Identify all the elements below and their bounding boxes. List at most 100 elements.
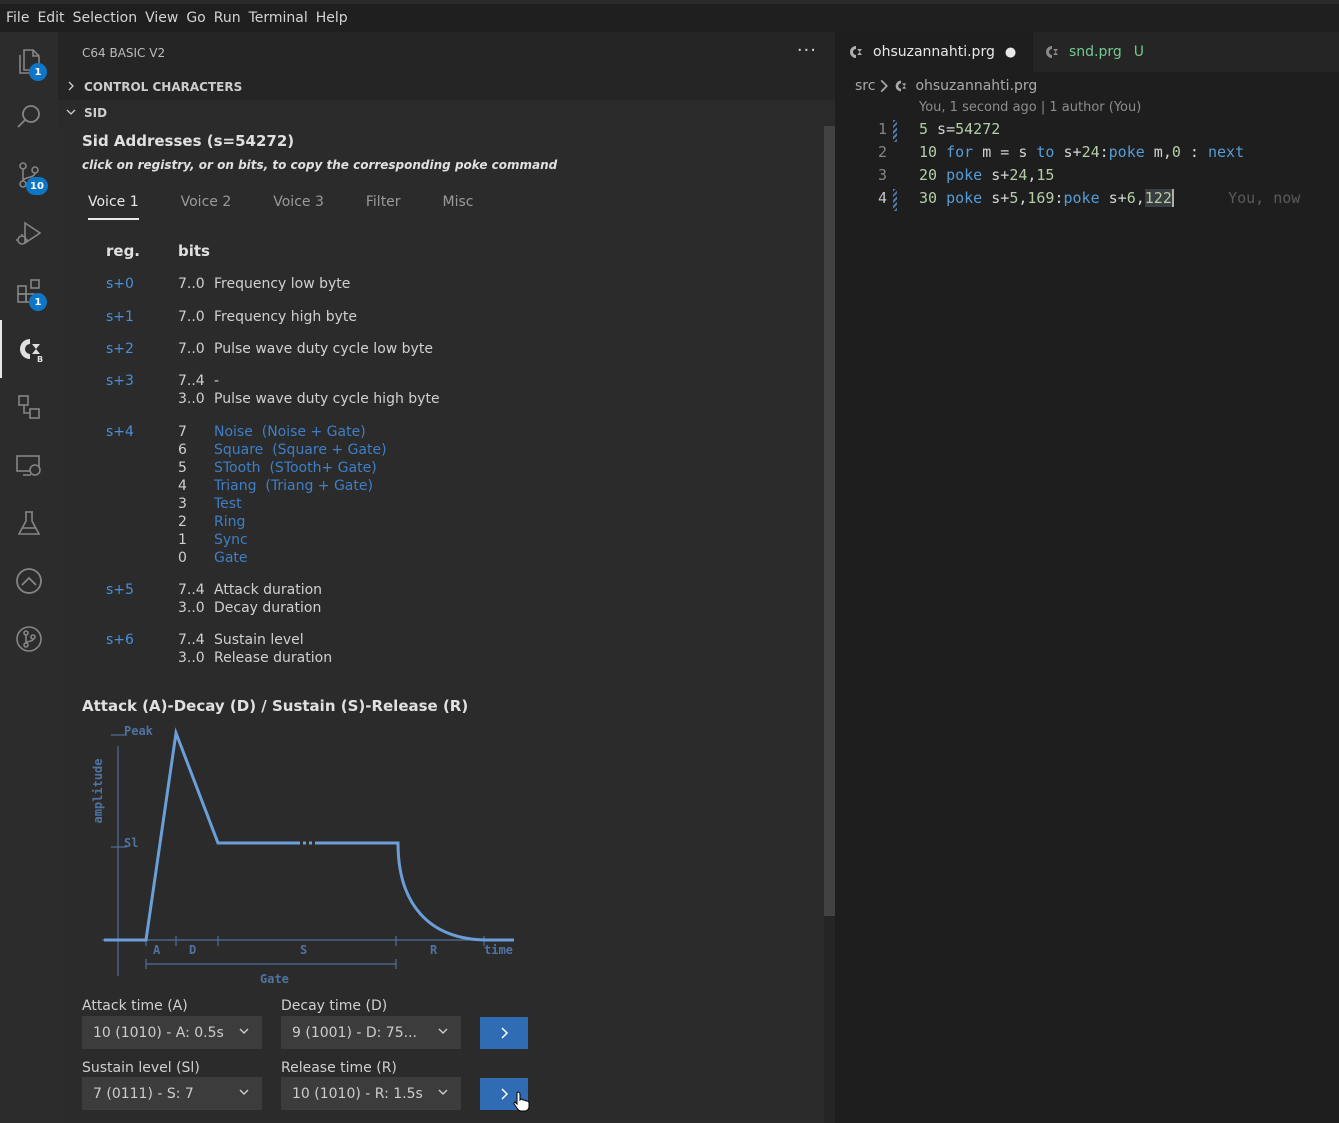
svg-text:B: B <box>37 355 43 364</box>
activity-source-control[interactable]: 10 <box>0 146 58 204</box>
copy-attack-decay-button[interactable] <box>480 1017 528 1049</box>
bit-ring-link[interactable]: Ring <box>214 514 245 530</box>
menu-view[interactable]: View <box>143 10 182 26</box>
adsr-title: Attack (A)-Decay (D) / Sustain (S)-Relea… <box>82 697 469 715</box>
section-control-characters[interactable]: CONTROL CHARACTERS <box>58 74 835 100</box>
sustain-select[interactable]: 7 (0111) - S: 7 <box>82 1077 262 1110</box>
untracked-badge: U <box>1133 44 1145 60</box>
bit-stooth-link[interactable]: STooth (STooth+ Gate) <box>214 460 377 476</box>
bits-range: 7..4 <box>178 632 205 648</box>
tab-ohsuzannahti[interactable]: ohsuzannahti.prg ● <box>835 32 1033 72</box>
git-change-marker[interactable] <box>893 120 897 142</box>
chevron-down-icon <box>239 1089 249 1095</box>
menu-selection[interactable]: Selection <box>71 10 142 26</box>
chevron-right-icon <box>501 1027 509 1039</box>
section-sid[interactable]: SID <box>58 100 835 126</box>
register-s0[interactable]: s+0 <box>106 276 134 292</box>
sidebar: C64 BASIC V2 ··· CONTROL CHARACTERS SID … <box>58 32 835 1123</box>
bits-description: Frequency low byte <box>214 276 351 292</box>
gate-label: Gate <box>260 972 289 986</box>
menu-edit[interactable]: Edit <box>35 10 68 26</box>
activity-extensions[interactable]: 1 <box>0 262 58 320</box>
tab-label: ohsuzannahti.prg <box>873 44 995 60</box>
git-change-marker[interactable] <box>893 189 897 211</box>
c64-logo-icon: B <box>20 339 43 364</box>
sustain-value: 7 (0111) - S: 7 <box>93 1085 194 1102</box>
code-text: 20 poke s+24,15 <box>919 166 1055 184</box>
code-line[interactable]: 2 10 for m = s to s+24:poke m,0 : next <box>835 143 1339 166</box>
sustain-label: Sustain level (Sl) <box>82 1060 200 1076</box>
activity-upload[interactable] <box>0 552 58 610</box>
activity-search[interactable] <box>0 88 58 146</box>
bits-description: Pulse wave duty cycle low byte <box>214 341 433 357</box>
bits-description: Attack duration <box>214 582 323 598</box>
register-s6[interactable]: s+6 <box>106 632 134 648</box>
activity-testing[interactable] <box>0 494 58 552</box>
register-s4[interactable]: s+4 <box>106 424 134 440</box>
bits-range: 7..0 <box>178 309 205 325</box>
bit-number: 3 <box>178 496 187 512</box>
c64-file-icon <box>1046 46 1058 58</box>
bit-noise-link[interactable]: Noise (Noise + Gate) <box>214 424 366 440</box>
menu-run[interactable]: Run <box>212 10 245 26</box>
sustain-label: S <box>300 943 307 957</box>
sid-panel: Sid Addresses (s=54272) click on registr… <box>58 126 824 1123</box>
editor-tab-bar: ohsuzannahti.prg ● snd.prg U <box>835 32 1339 72</box>
release-value: 10 (1010) - R: 1.5s <box>292 1085 423 1102</box>
upload-circle-icon <box>16 568 42 594</box>
code-line[interactable]: 1 5 s=54272 <box>835 120 1339 143</box>
register-s2[interactable]: s+2 <box>106 341 134 357</box>
chevron-right-icon <box>881 79 889 93</box>
editor: ohsuzannahti.prg ● snd.prg U src ohsuzan… <box>835 32 1339 1123</box>
decay-select[interactable]: 9 (1001) - D: 75... <box>281 1016 461 1049</box>
menu-bar: File Edit Selection View Go Run Terminal… <box>0 0 1339 32</box>
tab-voice-3[interactable]: Voice 3 <box>273 194 324 220</box>
tab-filter[interactable]: Filter <box>366 194 401 220</box>
release-label: Release time (R) <box>281 1060 397 1076</box>
activity-git-graph[interactable] <box>0 610 58 668</box>
attack-label: Attack time (A) <box>82 998 188 1014</box>
release-select[interactable]: 10 (1010) - R: 1.5s <box>281 1077 461 1110</box>
modified-dot[interactable]: ● <box>1005 45 1016 60</box>
run-debug-icon <box>16 221 42 245</box>
bit-test-link[interactable]: Test <box>214 496 242 512</box>
tab-voice-2[interactable]: Voice 2 <box>181 194 232 220</box>
menu-go[interactable]: Go <box>184 10 209 26</box>
bit-sync-link[interactable]: Sync <box>214 532 248 548</box>
chevron-down-icon <box>438 1089 448 1095</box>
activity-explorer[interactable]: 1 <box>0 32 58 90</box>
register-s3[interactable]: s+3 <box>106 373 134 389</box>
bit-square-link[interactable]: Square (Square + Gate) <box>214 442 387 458</box>
activity-run-debug[interactable] <box>0 204 58 262</box>
code-line[interactable]: 3 20 poke s+24,15 <box>835 166 1339 189</box>
activity-c64-basic[interactable]: B <box>0 320 58 378</box>
activity-remote-explorer[interactable] <box>0 378 58 436</box>
breadcrumb-folder[interactable]: src <box>855 78 875 94</box>
menu-file[interactable]: File <box>4 10 33 26</box>
tab-snd[interactable]: snd.prg U <box>1033 32 1173 72</box>
breadcrumb-file[interactable]: ohsuzannahti.prg <box>915 78 1037 94</box>
bit-triang-link[interactable]: Triang (Triang + Gate) <box>214 478 373 494</box>
register-s5[interactable]: s+5 <box>106 582 134 598</box>
decay-label: D <box>189 943 196 957</box>
sidebar-scrollbar[interactable] <box>824 126 835 916</box>
line-number: 1 <box>877 120 887 138</box>
sustain-level-label: Sl <box>124 836 138 850</box>
sidebar-header: C64 BASIC V2 ··· <box>58 32 835 74</box>
bits-range: 7..0 <box>178 341 205 357</box>
git-blame-codelens[interactable]: You, 1 second ago | 1 author (You) <box>919 100 1141 115</box>
bits-description: Release duration <box>214 650 333 666</box>
menu-help[interactable]: Help <box>314 10 352 26</box>
tab-misc[interactable]: Misc <box>443 194 474 220</box>
activity-remote-window[interactable] <box>0 436 58 494</box>
attack-select[interactable]: 10 (1010) - A: 0.5s <box>82 1016 262 1049</box>
tab-voice-1[interactable]: Voice 1 <box>88 194 139 220</box>
code-line[interactable]: 4 30 poke s+5,169:poke s+6,122 You, now <box>835 189 1339 212</box>
code-text: 30 poke s+5,169:poke s+6,122 You, now <box>919 189 1301 207</box>
bit-gate-link[interactable]: Gate <box>214 550 248 566</box>
more-actions-button[interactable]: ··· <box>797 40 817 61</box>
menu-terminal[interactable]: Terminal <box>247 10 312 26</box>
bits-description: - <box>214 373 220 389</box>
register-s1[interactable]: s+1 <box>106 309 134 325</box>
c64-file-icon <box>896 80 907 92</box>
